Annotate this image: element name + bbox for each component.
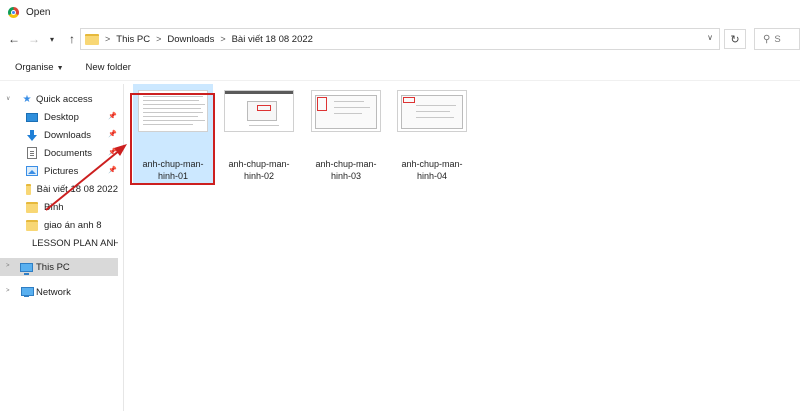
pin-icon: 📌 — [108, 149, 117, 156]
sidebar-item-label: LESSON PLAN ANH — [32, 237, 118, 249]
sidebar-item-desktop[interactable]: Desktop 📌 — [0, 108, 118, 126]
file-item[interactable]: anh-chup-man- hinh-03 — [306, 84, 386, 184]
address-bar[interactable]: > This PC > Downloads > Bài viết 18 08 2… — [80, 28, 720, 50]
up-arrow-icon[interactable]: ↑ — [64, 31, 80, 47]
pin-icon: 📌 — [108, 167, 117, 174]
chrome-icon — [8, 6, 19, 18]
sidebar-item-pictures[interactable]: Pictures 📌 — [0, 162, 118, 180]
sidebar-item-label: This PC — [36, 261, 70, 273]
chevron-down-icon: ▼ — [56, 64, 64, 72]
command-toolbar: Organise ▼ New folder — [0, 56, 800, 78]
sidebar-item-label: Documents — [44, 147, 93, 159]
refresh-icon: ↻ — [730, 33, 740, 46]
chevron-down-icon[interactable]: ∨ — [6, 95, 10, 102]
file-name-line: hinh-04 — [416, 171, 448, 181]
sidebar-item-giao-an[interactable]: giao án anh 8 — [0, 216, 118, 234]
sidebar-item-label: Network — [36, 286, 71, 298]
computer-icon — [20, 262, 33, 275]
forward-arrow-icon[interactable]: → — [26, 31, 42, 47]
window-title: Open — [26, 6, 51, 18]
sidebar-item-this-pc[interactable]: > This PC — [0, 258, 118, 276]
sidebar-item-network[interactable]: > Network — [0, 283, 118, 301]
pictures-icon — [26, 166, 38, 176]
documents-icon — [27, 147, 37, 159]
desktop-icon — [26, 112, 38, 122]
folder-icon — [26, 219, 38, 231]
network-icon — [20, 287, 34, 297]
file-item[interactable]: anh-chup-man- hinh-02 — [219, 84, 299, 184]
file-thumbnail — [224, 90, 294, 132]
title-bar: Open — [0, 0, 800, 24]
file-list: anh-chup-man- hinh-01 anh-chup-man- hinh… — [125, 84, 800, 411]
address-dropdown-icon[interactable]: ∨ — [707, 33, 713, 42]
navigation-row: ← → ▾ ↑ > This PC > Downloads > Bài viết… — [0, 26, 800, 52]
recent-locations-chevron-icon[interactable]: ▾ — [44, 31, 60, 47]
breadcrumb-downloads[interactable]: Downloads — [167, 34, 214, 45]
breadcrumb-separator: > — [156, 34, 162, 44]
sidebar-item-label: Bài viết 18 08 2022 — [36, 183, 118, 195]
file-name: anh-chup-man- hinh-02 — [219, 158, 299, 182]
file-name-line: anh-chup-man- — [228, 159, 290, 169]
sidebar-item-label: Downloads — [44, 129, 91, 141]
organise-button[interactable]: Organise ▼ — [15, 62, 64, 73]
toolbar-divider — [0, 80, 800, 81]
back-arrow-icon[interactable]: ← — [6, 31, 22, 47]
sidebar-item-label: Desktop — [44, 111, 79, 123]
breadcrumb-separator: > — [220, 34, 226, 44]
sidebar-item-label: Pictures — [44, 165, 79, 177]
chevron-right-icon[interactable]: > — [6, 288, 10, 294]
search-placeholder: S — [774, 33, 781, 45]
sidebar-item-label: Bình — [44, 201, 64, 213]
sidebar-item-label: Quick access — [36, 93, 93, 105]
sidebar-item-bai-viet[interactable]: Bài viết 18 08 2022 — [0, 180, 118, 198]
search-icon: ⚲ — [763, 33, 771, 45]
file-name-line: anh-chup-man- — [401, 159, 463, 169]
sidebar-item-downloads[interactable]: Downloads 📌 — [0, 126, 118, 144]
folder-icon — [26, 183, 31, 195]
folder-icon — [26, 201, 38, 213]
folder-icon — [85, 33, 99, 45]
new-folder-button[interactable]: New folder — [86, 62, 131, 73]
annotation-highlight-box — [130, 93, 215, 185]
pin-icon: 📌 — [108, 113, 117, 120]
search-input[interactable]: ⚲ S — [754, 28, 800, 50]
file-name-line: hinh-02 — [243, 171, 275, 181]
pin-icon: 📌 — [108, 131, 117, 138]
file-name: anh-chup-man- hinh-04 — [392, 158, 472, 182]
breadcrumb-this-pc[interactable]: This PC — [116, 34, 150, 45]
file-thumbnail — [311, 90, 381, 132]
breadcrumb-current-folder[interactable]: Bài viết 18 08 2022 — [232, 34, 313, 45]
breadcrumb-separator: > — [105, 34, 111, 44]
file-name: anh-chup-man- hinh-03 — [306, 158, 386, 182]
download-icon — [26, 129, 38, 141]
sidebar-item-label: giao án anh 8 — [44, 219, 102, 231]
file-thumbnail — [397, 90, 467, 132]
star-icon: ★ — [22, 93, 32, 105]
file-name-line: anh-chup-man- — [315, 159, 377, 169]
navigation-pane: ∨ ★ Quick access Desktop 📌 Downloads 📌 D… — [0, 84, 124, 411]
organise-label: Organise — [15, 61, 54, 73]
sidebar-item-documents[interactable]: Documents 📌 — [0, 144, 118, 162]
refresh-button[interactable]: ↻ — [724, 29, 746, 49]
sidebar-item-binh[interactable]: Bình — [0, 198, 118, 216]
file-name-line: hinh-03 — [330, 171, 362, 181]
sidebar-item-quick-access[interactable]: ∨ ★ Quick access — [0, 90, 118, 108]
file-item[interactable]: anh-chup-man- hinh-04 — [392, 84, 472, 184]
chevron-right-icon[interactable]: > — [6, 263, 10, 269]
sidebar-item-lesson-plan[interactable]: LESSON PLAN ANH — [0, 234, 118, 252]
